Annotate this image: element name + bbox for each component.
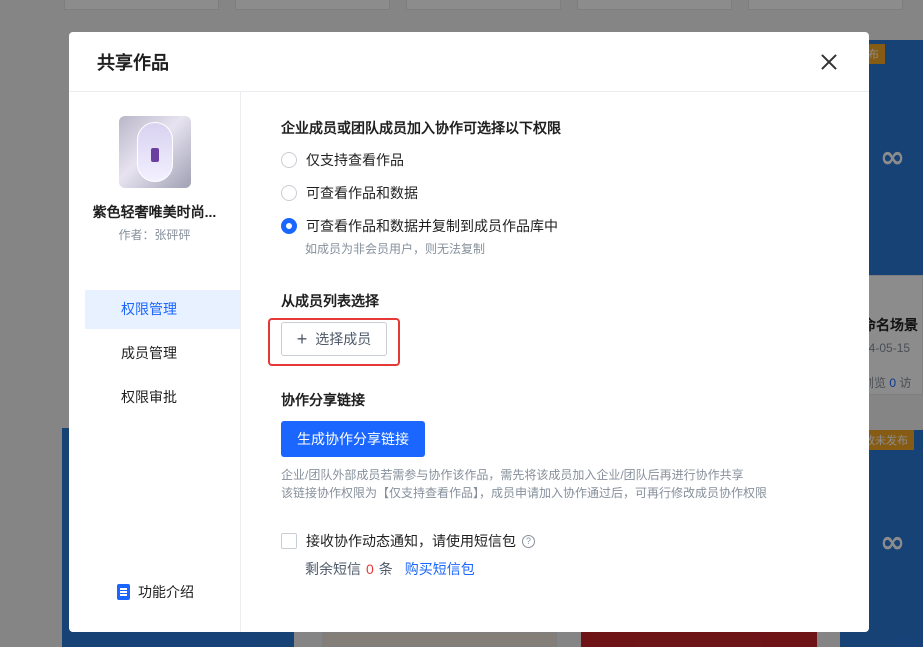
permissions-section-title: 企业成员或团队成员加入协作可选择以下权限 (281, 120, 561, 136)
close-icon[interactable] (817, 50, 841, 74)
permission-option-view-only[interactable]: 仅支持查看作品 (281, 150, 404, 170)
permission-option-view-data[interactable]: 可查看作品和数据 (281, 183, 418, 203)
sms-remaining-prefix: 剩余短信 (305, 561, 361, 577)
member-list-section-title: 从成员列表选择 (281, 293, 379, 309)
plus-icon: + (296, 329, 308, 349)
select-member-button[interactable]: + 选择成员 (281, 322, 387, 356)
help-icon[interactable]: ? (522, 534, 535, 548)
work-author: 作者：张砰砰 (118, 228, 191, 242)
sms-remaining: 剩余短信 0 条 购买短信包 (305, 559, 475, 579)
thumbnail-artwork-accent (151, 148, 159, 162)
sidebar-item-permission-management[interactable]: 权限管理 (85, 290, 240, 329)
dialog-header: 共享作品 (69, 32, 869, 92)
notify-label: 接收协作动态通知，请使用短信包 (306, 533, 516, 549)
sms-remaining-suffix: 条 (378, 561, 393, 577)
share-link-description: 企业/团队外部成员若需参与协作该作品，需先将该成员加入企业/团队后再进行协作共享 (281, 468, 744, 482)
radio-button[interactable] (281, 152, 297, 168)
notify-checkbox[interactable] (281, 533, 297, 549)
radio-button[interactable] (281, 185, 297, 201)
feature-intro-label: 功能介绍 (138, 584, 194, 600)
sidebar-item-member-management[interactable]: 成员管理 (85, 334, 240, 373)
sms-remaining-count: 0 (366, 561, 374, 577)
work-thumbnail (119, 116, 191, 188)
radio-label: 可查看作品和数据并复制到成员作品库中 (306, 218, 558, 234)
permission-hint: 如成员为非会员用户，则无法复制 (305, 242, 486, 256)
dialog-title: 共享作品 (97, 52, 169, 73)
work-name: 紫色轻奢唯美时尚... (92, 204, 217, 220)
document-icon (117, 584, 130, 600)
share-work-dialog: 共享作品 紫色轻奢唯美时尚... 作者：张砰砰 权限管理 成员管理 权限审批 功… (69, 32, 869, 632)
radio-label: 仅支持查看作品 (306, 152, 404, 168)
permission-option-view-copy[interactable]: 可查看作品和数据并复制到成员作品库中 (281, 216, 558, 236)
dialog-body: 紫色轻奢唯美时尚... 作者：张砰砰 权限管理 成员管理 权限审批 功能介绍 企… (69, 92, 869, 632)
notify-option: 接收协作动态通知，请使用短信包 ? (281, 531, 535, 551)
feature-intro-link[interactable]: 功能介绍 (117, 582, 194, 602)
radio-label: 可查看作品和数据 (306, 185, 418, 201)
dialog-sidebar: 紫色轻奢唯美时尚... 作者：张砰砰 权限管理 成员管理 权限审批 功能介绍 (69, 92, 241, 632)
radio-button-checked[interactable] (281, 218, 297, 234)
sidebar-nav: 权限管理 成员管理 权限审批 (85, 290, 240, 422)
select-member-label: 选择成员 (315, 331, 372, 347)
share-link-section-title: 协作分享链接 (281, 392, 365, 408)
buy-sms-link[interactable]: 购买短信包 (405, 559, 475, 579)
share-link-description: 该链接协作权限为【仅支持查看作品】，成员申请加入协作通过后，可再行修改成员协作权… (281, 486, 768, 500)
sidebar-item-permission-approval[interactable]: 权限审批 (85, 378, 240, 417)
generate-share-link-button[interactable]: 生成协作分享链接 (281, 421, 425, 457)
permission-settings-panel: 企业成员或团队成员加入协作可选择以下权限 仅支持查看作品 可查看作品和数据 可查… (241, 92, 869, 632)
